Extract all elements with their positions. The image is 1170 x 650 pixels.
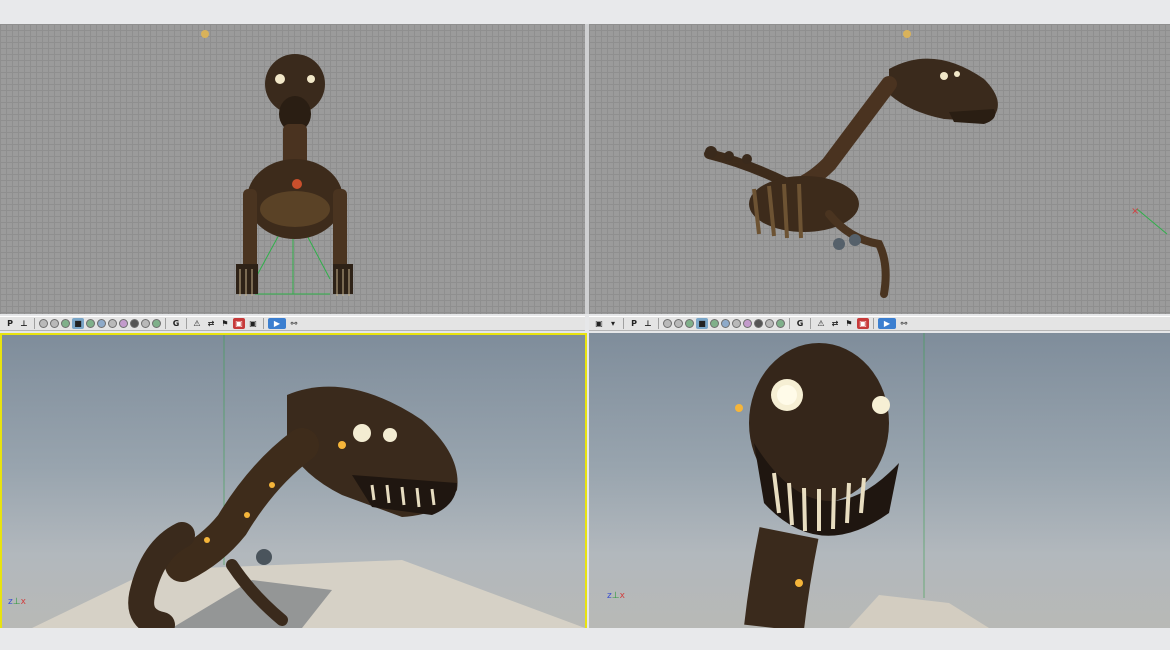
light-bulb-icon[interactable]: ⚠ [191, 318, 203, 329]
axis-gizmo-icon: z⊥x [607, 591, 625, 601]
show-flag-icon[interactable] [141, 319, 150, 328]
axis-gizmo-icon: z⊥x [8, 597, 26, 607]
perspective-skeleton [32, 335, 585, 628]
show-flag-icon[interactable] [97, 319, 106, 328]
axis-x-label: x [20, 597, 26, 607]
svg-text:×: × [1131, 206, 1139, 217]
toolbar-button[interactable]: ■ [696, 318, 708, 329]
toolbar-separator [658, 318, 659, 329]
toolbar-separator [623, 318, 624, 329]
toolbar-separator [810, 318, 811, 329]
toolbar-button[interactable]: ⚑ [219, 318, 231, 329]
maximize-viewport-button[interactable]: ▣ [593, 318, 605, 329]
toolbar-button[interactable]: ■ [72, 318, 84, 329]
show-flag-icon[interactable] [765, 319, 774, 328]
front-skeleton [201, 30, 353, 296]
viewport-menu-button[interactable]: ▾ [607, 318, 619, 329]
show-flag-icon[interactable] [663, 319, 672, 328]
light-bulb-icon [903, 30, 911, 38]
show-flag-icon[interactable] [130, 319, 139, 328]
show-flag-icon[interactable] [108, 319, 117, 328]
toolbar-separator [873, 318, 874, 329]
show-flag-icon[interactable] [674, 319, 683, 328]
toolbar-button[interactable]: ⇄ [829, 318, 841, 329]
toolbar-button[interactable]: P [4, 318, 16, 329]
closeup-skeleton [735, 333, 989, 628]
realtime-icon[interactable]: ▣ [857, 318, 869, 329]
axis-x-label: x [619, 591, 625, 601]
viewport-toolbar-right: ▣ ▾ P ⊥ ■ G ⚠ ⇄ ⚑ ▣ ▶ ⚯ [589, 316, 1170, 331]
show-flag-icon[interactable] [152, 319, 161, 328]
show-flag-icon[interactable] [119, 319, 128, 328]
realtime-icon[interactable]: ▣ [233, 318, 245, 329]
toolbar-button[interactable]: P [628, 318, 640, 329]
viewport-perspective-closeup[interactable]: z⊥x [589, 333, 1170, 628]
toolbar-button[interactable]: G [794, 318, 806, 329]
toolbar-button[interactable]: ⇄ [205, 318, 217, 329]
viewport-front[interactable] [0, 24, 585, 314]
show-flag-icon[interactable] [50, 319, 59, 328]
show-flag-icon[interactable] [685, 319, 694, 328]
bottom-band [0, 628, 1170, 650]
side-skeleton: × [704, 30, 1168, 298]
show-flag-icon[interactable] [776, 319, 785, 328]
toolbar-button[interactable]: ⊥ [642, 318, 654, 329]
light-bulb-icon[interactable]: ⚠ [815, 318, 827, 329]
toolbar-button[interactable]: ⚯ [288, 318, 300, 329]
toolbar-separator [34, 318, 35, 329]
show-flag-icon[interactable] [710, 319, 719, 328]
show-flag-icon[interactable] [754, 319, 763, 328]
top-band [0, 0, 1170, 24]
toolbar-button[interactable]: ⚑ [843, 318, 855, 329]
show-flag-icon[interactable] [39, 319, 48, 328]
axis-gizmo-icon [1136, 208, 1168, 235]
show-flag-icon[interactable] [61, 319, 70, 328]
play-icon[interactable]: ▶ [878, 318, 896, 329]
toolbar-separator [263, 318, 264, 329]
toolbar-button[interactable]: ⚯ [898, 318, 910, 329]
show-flag-icon[interactable] [86, 319, 95, 328]
viewport-perspective[interactable]: z⊥x [0, 333, 587, 630]
toolbar-separator [789, 318, 790, 329]
toolbar-button[interactable]: G [170, 318, 182, 329]
show-flag-icon[interactable] [743, 319, 752, 328]
toolbar-separator [186, 318, 187, 329]
toolbar-separator [165, 318, 166, 329]
toolbar-button[interactable]: ▣ [247, 318, 259, 329]
light-bulb-icon [201, 30, 209, 38]
viewport-side[interactable]: × [589, 24, 1170, 314]
show-flag-icon[interactable] [732, 319, 741, 328]
viewport-toolbar-left: P ⊥ ■ G ⚠ ⇄ ⚑ ▣ ▣ ▶ ⚯ [0, 316, 585, 331]
show-flag-icon[interactable] [721, 319, 730, 328]
play-icon[interactable]: ▶ [268, 318, 286, 329]
toolbar-button[interactable]: ⊥ [18, 318, 30, 329]
